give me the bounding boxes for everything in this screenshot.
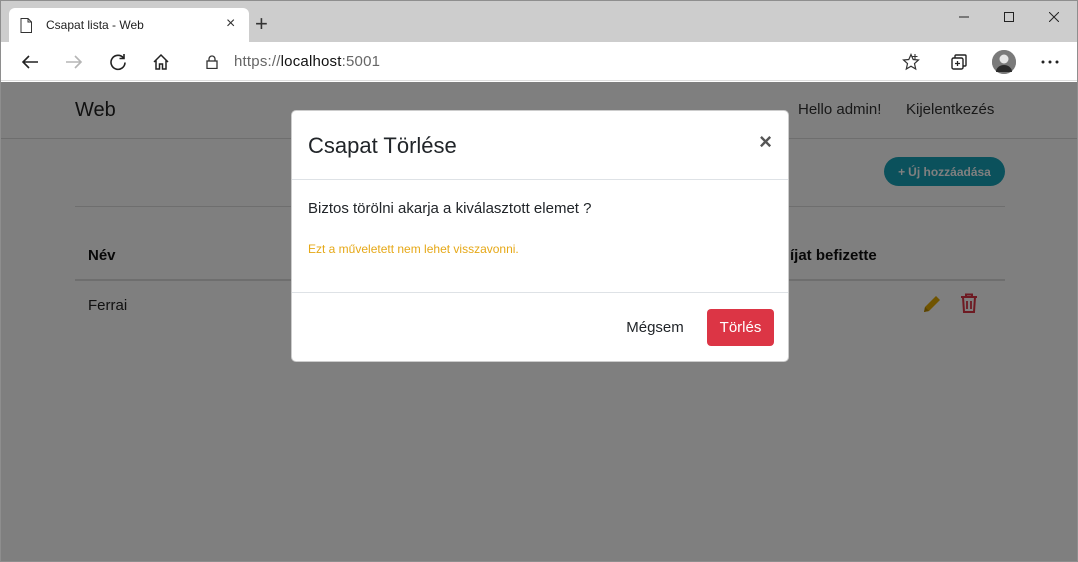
modal-footer-divider [292,292,788,293]
modal-close-icon[interactable]: × [759,131,772,153]
close-icon [1049,12,1059,22]
browser-tab[interactable]: Csapat lista - Web × [9,8,249,42]
delete-button[interactable]: Törlés [707,309,774,346]
tab-strip: Csapat lista - Web × + [1,1,1077,42]
tab-title: Csapat lista - Web [46,18,144,32]
url-port: :5001 [341,53,381,70]
home-icon [153,53,169,70]
modal-warning: Ezt a műveletett nem lehet visszavonni. [308,242,519,256]
user-avatar-icon [992,50,1016,74]
page-icon [20,18,32,33]
modal-header-divider [292,179,788,180]
maximize-icon [1004,12,1014,22]
back-arrow-icon [21,55,38,69]
lock-icon [206,55,218,69]
collections-icon [951,54,967,70]
refresh-icon [110,54,126,71]
more-dots-icon [1041,60,1059,64]
close-window-button[interactable] [1031,1,1077,33]
tab-close-icon[interactable]: × [226,14,235,34]
new-tab-button[interactable]: + [255,13,268,35]
collections-button[interactable] [947,50,971,74]
cancel-button[interactable]: Mégsem [614,309,696,346]
browser-toolbar: https://localhost:5001 [1,42,1077,81]
url-text: https://localhost:5001 [234,53,380,70]
favorite-star-icon[interactable] [902,53,920,71]
minimize-button[interactable] [941,1,987,33]
refresh-button[interactable] [106,50,130,74]
address-bar[interactable]: https://localhost:5001 [190,47,930,77]
url-scheme: https:// [234,53,281,70]
more-menu-button[interactable] [1038,50,1062,74]
browser-window: Csapat lista - Web × + https://localhost… [0,0,1078,562]
home-button[interactable] [149,50,173,74]
delete-confirm-modal: Csapat Törlése × Biztos törölni akarja a… [291,110,789,362]
maximize-button[interactable] [986,1,1032,33]
forward-arrow-icon [66,55,83,69]
url-host: localhost [280,53,342,70]
modal-question: Biztos törölni akarja a kiválasztott ele… [308,200,592,217]
back-button[interactable] [18,50,42,74]
modal-title: Csapat Törlése [308,133,457,158]
profile-avatar[interactable] [992,50,1016,74]
minimize-icon [959,16,969,18]
forward-button[interactable] [62,50,86,74]
